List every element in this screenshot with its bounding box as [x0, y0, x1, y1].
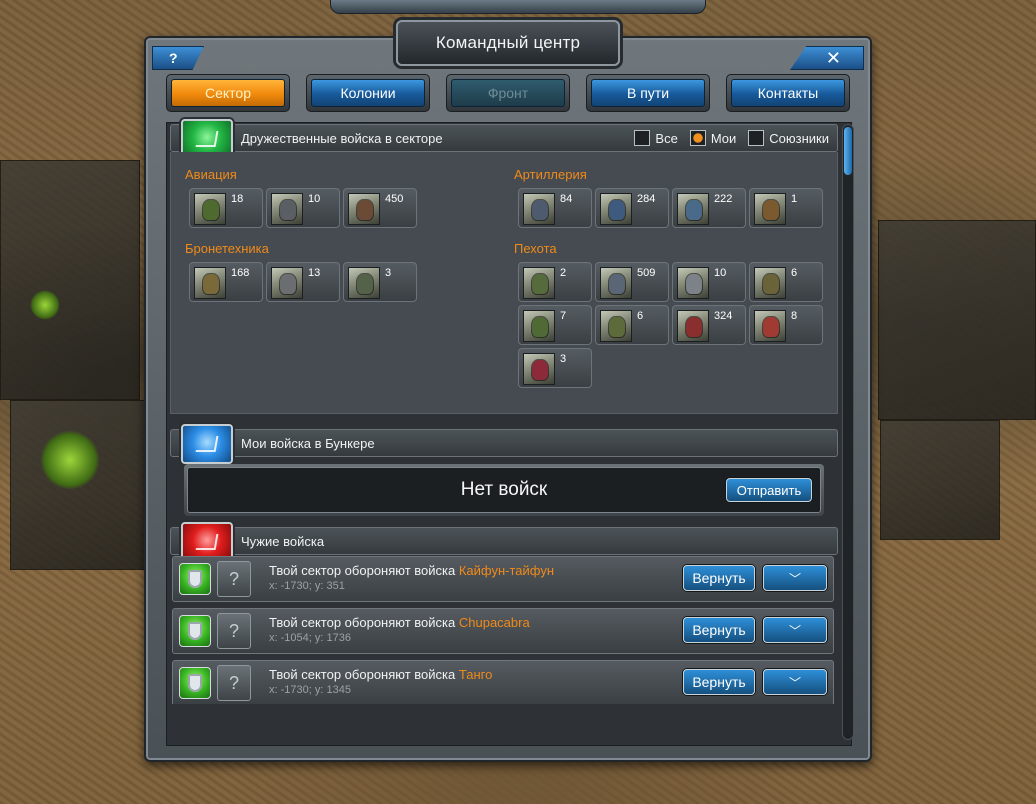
foreign-row-text: Твой сектор обороняют войска Кайфун-тайф…	[269, 563, 554, 578]
foreign-row-message: Твой сектор обороняют войска	[269, 719, 459, 734]
foreign-row-coords: x: -1730; y: 351	[269, 580, 345, 592]
foreign-row-message: Твой сектор обороняют войска	[269, 615, 459, 630]
shield-icon	[179, 615, 211, 647]
green-tank-structure	[30, 290, 60, 320]
player-name-link[interactable]: Chupacabra	[459, 615, 530, 630]
chevron-down-icon: ﹀	[788, 623, 801, 638]
player-avatar: ?	[217, 665, 251, 701]
foreign-row: ? Твой сектор обороняют войска Chupacabr…	[172, 608, 834, 654]
foreign-rows: ? Твой сектор обороняют войска Кайфун-та…	[144, 0, 872, 758]
foreign-row: ? Твой сектор обороняют войска Кайфун-та…	[172, 556, 834, 602]
player-avatar: ?	[217, 561, 251, 597]
chevron-down-icon: ﹀	[788, 675, 801, 690]
scrollbar-thumb[interactable]	[844, 127, 852, 175]
chevron-down-icon: ﹀	[788, 571, 801, 586]
base-building	[0, 160, 140, 400]
foreign-row: ? Твой сектор обороняют войска Танго x: …	[172, 660, 834, 704]
green-tank-structure	[40, 430, 100, 490]
foreign-row-coords: x: -1054; y: 1736	[269, 632, 351, 644]
player-name-link[interactable]: Кайфун-тайфун	[459, 563, 554, 578]
foreign-row: ? Твой сектор обороняют войска Sergant x…	[172, 712, 834, 758]
chevron-down-icon: ﹀	[788, 727, 801, 742]
player-avatar: ?	[217, 613, 251, 649]
foreign-row-message: Твой сектор обороняют войска	[269, 563, 459, 578]
base-building	[880, 420, 1000, 540]
foreign-row-message: Твой сектор обороняют войска	[269, 667, 459, 682]
foreign-row-coords: x: -1724; y: 1711	[269, 736, 351, 748]
shield-icon	[179, 719, 211, 751]
base-building	[878, 220, 1036, 420]
scrollbar[interactable]	[842, 124, 854, 740]
foreign-row-text: Твой сектор обороняют войска Sergant	[269, 719, 504, 734]
shield-icon	[179, 667, 211, 699]
foreign-row-coords: x: -1730; y: 1345	[269, 684, 351, 696]
return-button[interactable]: Вернуть	[683, 721, 755, 747]
player-name-link[interactable]: Танго	[459, 667, 492, 682]
foreign-row-text: Твой сектор обороняют войска Танго	[269, 667, 492, 682]
expand-button[interactable]: ﹀	[763, 721, 827, 747]
content-area: Дружественные войска в секторе Все Мои С…	[144, 0, 872, 804]
return-button[interactable]: Вернуть	[683, 617, 755, 643]
expand-button[interactable]: ﹀	[763, 565, 827, 591]
shield-icon	[179, 563, 211, 595]
player-name-link[interactable]: Sergant	[459, 719, 505, 734]
foreign-row-text: Твой сектор обороняют войска Chupacabra	[269, 615, 530, 630]
expand-button[interactable]: ﹀	[763, 669, 827, 695]
return-button[interactable]: Вернуть	[683, 669, 755, 695]
expand-button[interactable]: ﹀	[763, 617, 827, 643]
player-avatar: ?	[217, 717, 251, 753]
return-button[interactable]: Вернуть	[683, 565, 755, 591]
